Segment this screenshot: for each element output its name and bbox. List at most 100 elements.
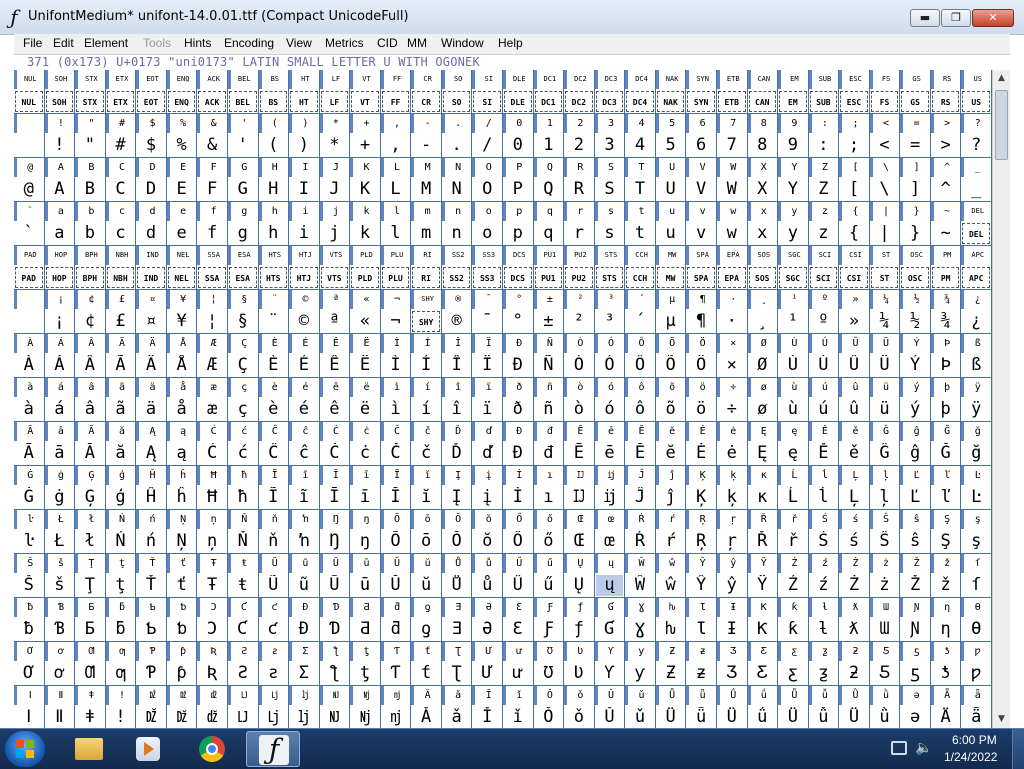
glyph-preview[interactable]: Ƙ: [749, 619, 777, 640]
glyph-cell[interactable]: GG: [227, 158, 259, 202]
glyph-preview[interactable]: Q: [535, 179, 563, 200]
glyph-cell[interactable]: ƠƠ: [14, 642, 45, 686]
glyph-cell[interactable]: nn: [441, 202, 473, 246]
glyph-preview[interactable]: SOS: [748, 267, 777, 288]
glyph-cell[interactable]: ĉĉ: [289, 422, 320, 466]
glyph-cell[interactable]: mm: [411, 202, 442, 246]
glyph-cell[interactable]: ]]: [900, 158, 931, 202]
glyph-preview[interactable]: u: [657, 223, 685, 244]
glyph-preview[interactable]: OSC: [901, 267, 929, 288]
glyph-preview[interactable]: Đ: [504, 443, 532, 464]
glyph-preview[interactable]: ¥: [168, 311, 196, 332]
glyph-preview[interactable]: STS: [595, 267, 624, 288]
glyph-cell[interactable]: ƁƁ: [44, 598, 76, 642]
glyph-cell[interactable]: PM PM: [930, 246, 962, 290]
glyph-preview[interactable]: û: [840, 399, 868, 420]
glyph-cell[interactable]: ǀǀ: [14, 686, 45, 728]
glyph-cell[interactable]: ŐŐ: [503, 510, 534, 554]
glyph-preview[interactable]: Ǚ: [779, 707, 807, 728]
glyph-cell[interactable]: [14, 290, 45, 334]
glyph-preview[interactable]: Ó: [596, 355, 624, 376]
glyph-cell[interactable]: őő: [533, 510, 565, 554]
glyph-preview[interactable]: ň: [260, 531, 288, 552]
glyph-cell[interactable]: ³³: [594, 290, 626, 334]
glyph-preview[interactable]: ¯: [473, 311, 501, 332]
glyph-cell[interactable]: ǟǟ: [961, 686, 992, 728]
glyph-preview[interactable]: ĸ: [749, 487, 777, 508]
glyph-preview[interactable]: ĥ: [168, 487, 196, 508]
glyph-cell[interactable]: ƜƜ: [869, 598, 901, 642]
glyph-cell[interactable]: ŴŴ: [625, 554, 656, 598]
glyph-preview[interactable]: a: [46, 223, 74, 244]
glyph-cell[interactable]: ǃǃ: [105, 686, 137, 728]
glyph-cell[interactable]: ûû: [839, 378, 870, 422]
glyph-preview[interactable]: ǖ: [687, 707, 715, 728]
glyph-cell[interactable]: ÙÙ: [778, 334, 809, 378]
glyph-cell[interactable]: ǊǊ: [319, 686, 351, 728]
glyph-cell[interactable]: üü: [869, 378, 901, 422]
glyph-preview[interactable]: ß: [962, 355, 990, 376]
glyph-cell[interactable]: ćć: [227, 422, 259, 466]
glyph-cell[interactable]: ƮƮ: [441, 642, 473, 686]
glyph-cell[interactable]: ÐÐ: [503, 334, 534, 378]
glyph-cell[interactable]: {{: [839, 202, 870, 246]
glyph-cell[interactable]: ūū: [350, 554, 381, 598]
glyph-cell[interactable]: ǓǓ: [594, 686, 626, 728]
glyph-preview[interactable]: ®: [443, 311, 471, 332]
glyph-preview[interactable]: m: [412, 223, 440, 244]
glyph-preview[interactable]: }: [901, 223, 929, 244]
glyph-preview[interactable]: ,: [382, 135, 410, 156]
glyph-cell[interactable]: ::: [808, 114, 840, 158]
glyph-preview[interactable]: ű: [535, 575, 563, 596]
glyph-preview[interactable]: k: [351, 223, 379, 244]
glyph-cell[interactable]: ƖƖ: [686, 598, 717, 642]
glyph-cell[interactable]: µµ: [655, 290, 687, 334]
glyph-preview[interactable]: ė: [718, 443, 746, 464]
glyph-cell[interactable]: ǔǔ: [625, 686, 656, 728]
glyph-cell[interactable]: HTJ HTJ: [289, 246, 320, 290]
glyph-cell[interactable]: ĬĬ: [380, 466, 412, 510]
glyph-cell[interactable]: ĀĀ: [14, 422, 45, 466]
glyph-cell[interactable]: ĄĄ: [136, 422, 167, 466]
glyph-cell[interactable]: ŢŢ: [75, 554, 106, 598]
glyph-preview[interactable]: Ő: [504, 531, 532, 552]
glyph-preview[interactable]: Ã: [107, 355, 135, 376]
glyph-preview[interactable]: ŉ: [290, 531, 318, 552]
glyph-cell[interactable]: ŌŌ: [380, 510, 412, 554]
glyph-cell[interactable]: ƅƅ: [166, 598, 198, 642]
glyph-preview[interactable]: ¿: [962, 311, 990, 332]
glyph-preview[interactable]: SSA: [198, 267, 226, 288]
glyph-cell[interactable]: £ £: [105, 290, 137, 334]
glyph-cell[interactable]: żż: [869, 554, 901, 598]
glyph-preview[interactable]: :: [810, 135, 838, 156]
glyph-preview[interactable]: Æ: [198, 355, 226, 376]
glyph-preview[interactable]: ü: [871, 399, 899, 420]
glyph-cell[interactable]: FF FF: [380, 70, 412, 114]
glyph-preview[interactable]: Ɲ: [901, 619, 929, 640]
glyph-cell[interactable]: İİ: [503, 466, 534, 510]
glyph-preview[interactable]: EPA: [717, 267, 746, 288]
glyph-preview[interactable]: Ğ: [932, 443, 960, 464]
glyph-cell[interactable]: ŉŉ: [289, 510, 320, 554]
glyph-cell[interactable]: ŗŗ: [716, 510, 748, 554]
glyph-cell[interactable]: ơơ: [44, 642, 76, 686]
glyph-cell[interactable]: ETX ETX: [105, 70, 137, 114]
glyph-cell[interactable]: õõ: [655, 378, 687, 422]
glyph-preview[interactable]: ´: [626, 311, 654, 332]
glyph-cell[interactable]: jj: [319, 202, 351, 246]
glyph-preview[interactable]: VT: [351, 91, 379, 112]
glyph-cell[interactable]: ǖǖ: [686, 686, 717, 728]
glyph-cell[interactable]: ǇǇ: [227, 686, 259, 728]
glyph-preview[interactable]: ǁ: [46, 707, 74, 728]
glyph-preview[interactable]: Ÿ: [749, 575, 777, 596]
glyph-preview[interactable]: Ǒ: [535, 707, 563, 728]
glyph-cell[interactable]: 55: [655, 114, 687, 158]
glyph-cell[interactable]: ¹¹: [778, 290, 809, 334]
glyph-preview[interactable]: K: [351, 179, 379, 200]
glyph-cell[interactable]: ÊÊ: [319, 334, 351, 378]
glyph-preview[interactable]: £: [107, 311, 135, 332]
glyph-preview[interactable]: U: [657, 179, 685, 200]
glyph-preview[interactable]: ƀ: [15, 619, 43, 640]
glyph-preview[interactable]: º: [810, 311, 838, 332]
glyph-cell[interactable]: ěě: [839, 422, 870, 466]
